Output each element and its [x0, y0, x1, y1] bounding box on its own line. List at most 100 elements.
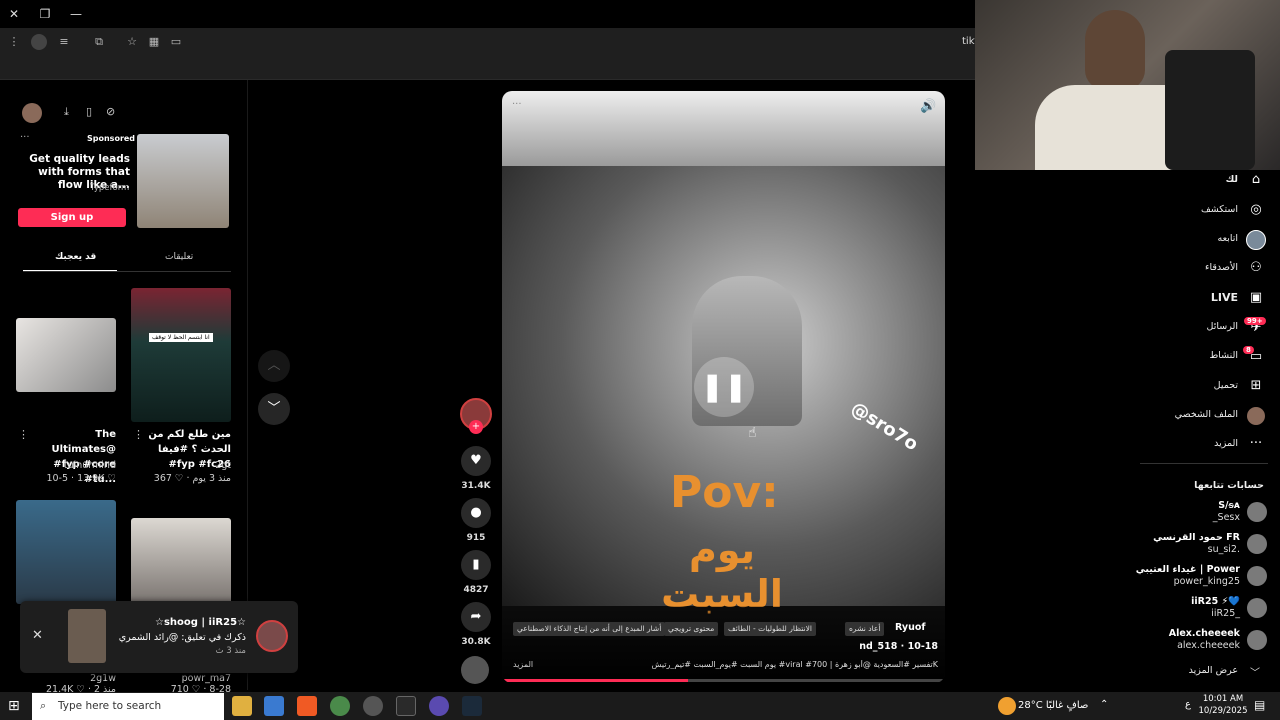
store-icon[interactable]: [264, 696, 284, 716]
following-avatar[interactable]: [1247, 598, 1267, 618]
friends-icon[interactable]: ⚇: [1248, 260, 1264, 276]
following-avatar[interactable]: [1247, 566, 1267, 586]
tab-comments[interactable]: تعليقات: [165, 252, 193, 262]
taskbar-search-box[interactable]: ⌕ Type here to search: [32, 693, 224, 720]
nav-explore[interactable]: استكشف: [1201, 204, 1238, 215]
author-handle[interactable]: nd_518 · 10-18: [830, 641, 938, 652]
ad-more-icon[interactable]: ···: [20, 132, 30, 143]
video-author[interactable]: 2g1w: [30, 673, 116, 684]
see-more-link[interactable]: عرض المزيد: [1189, 665, 1238, 676]
steam-icon[interactable]: [462, 696, 482, 716]
video-thumbnail[interactable]: [131, 288, 231, 422]
notification-toast[interactable]: ✕ ☆shoog | iiR25☆ ذكرك في تعليق: @رائد ا…: [20, 601, 298, 673]
minimize-window-button[interactable]: —: [68, 6, 84, 22]
phone-icon[interactable]: ▯: [86, 105, 92, 118]
close-icon[interactable]: ✕: [32, 628, 43, 643]
video-thumbnail[interactable]: [131, 518, 231, 604]
weather-icon[interactable]: [998, 697, 1016, 715]
ad-thumbnail[interactable]: [137, 134, 229, 228]
following-avatar[interactable]: [1247, 534, 1267, 554]
video-thumbnail[interactable]: [16, 500, 116, 604]
extensions-icon[interactable]: ⧉: [91, 34, 107, 50]
following-handle[interactable]: su_si2.: [1208, 544, 1240, 555]
more-link[interactable]: المزيد: [513, 660, 533, 669]
video-author[interactable]: powr_ma7: [140, 673, 231, 684]
nav-for-you[interactable]: لك: [1226, 174, 1238, 185]
tab-search-icon[interactable]: ▦: [146, 34, 162, 50]
video-more-icon[interactable]: ···: [512, 99, 522, 110]
restore-window-button[interactable]: ❐: [37, 6, 53, 22]
bookmark-icon[interactable]: ▮: [461, 550, 491, 580]
previous-video-button[interactable]: ︿: [258, 350, 290, 382]
following-handle[interactable]: alex.cheeeek: [1177, 640, 1240, 651]
reading-list-icon[interactable]: ≡: [56, 34, 72, 50]
share-icon[interactable]: ▭: [168, 34, 184, 50]
like-heart-icon[interactable]: ♥: [461, 446, 491, 476]
nav-friends[interactable]: الأصدقاء: [1205, 262, 1238, 273]
weather-text[interactable]: 28°C صافٍ غالبًا: [1018, 700, 1088, 711]
clock-date[interactable]: 10/29/2025: [1198, 706, 1248, 716]
app-icon[interactable]: [363, 696, 383, 716]
nav-profile[interactable]: الملف الشخصي: [1175, 409, 1238, 420]
video-more-icon[interactable]: ⋮: [18, 428, 29, 441]
comment-icon[interactable]: ●: [461, 498, 491, 528]
chrome-icon[interactable]: [330, 696, 350, 716]
following-name[interactable]: غيداء العتيبي | Power: [1136, 564, 1240, 575]
profile-avatar-icon[interactable]: [1247, 407, 1265, 425]
following-handle[interactable]: _Sesx: [1213, 512, 1240, 523]
following-name[interactable]: Alex.cheeeek: [1169, 628, 1240, 639]
home-icon[interactable]: ⌂: [1248, 172, 1264, 188]
nav-upload[interactable]: تحميل: [1214, 380, 1238, 391]
sign-up-button[interactable]: Sign up: [18, 208, 126, 227]
clock-time[interactable]: 10:01 AM: [1200, 694, 1246, 704]
file-explorer-icon[interactable]: [232, 696, 252, 716]
nav-messages[interactable]: الرسائل: [1207, 321, 1238, 332]
mouse-cursor-icon: ☝: [748, 425, 757, 441]
share-arrow-icon[interactable]: ➦: [461, 602, 491, 632]
following-name[interactable]: S/ᵴᴀ: [1218, 500, 1240, 511]
video-author[interactable]: 2gt: [140, 460, 231, 471]
follow-plus-icon[interactable]: +: [469, 420, 483, 434]
windows-start-icon[interactable]: ⊞: [8, 698, 20, 714]
next-video-button[interactable]: ﹀: [258, 393, 290, 425]
brave-icon[interactable]: [297, 696, 317, 716]
author-name[interactable]: Ryuof: [895, 622, 926, 633]
kebab-menu-icon[interactable]: ⋮: [6, 34, 22, 50]
explore-compass-icon[interactable]: ◎: [1248, 202, 1264, 218]
following-avatar[interactable]: [1247, 502, 1267, 522]
profile-icon[interactable]: [31, 34, 47, 50]
following-handle[interactable]: iiR25_: [1211, 608, 1240, 619]
language-indicator[interactable]: ع: [1185, 699, 1191, 710]
discord-icon[interactable]: [429, 696, 449, 716]
upload-plus-icon[interactable]: ⊞: [1248, 378, 1264, 394]
download-icon[interactable]: ⤓: [64, 105, 69, 119]
following-name[interactable]: حمود القرنسي FR: [1153, 532, 1240, 543]
creator-avatar[interactable]: [22, 103, 42, 123]
nav-following[interactable]: اتابعه: [1218, 233, 1239, 244]
compass-icon[interactable]: ⊘: [106, 105, 115, 118]
music-disc-icon[interactable]: [461, 656, 489, 684]
app-icon[interactable]: [396, 696, 416, 716]
tab-you-may-like[interactable]: قد يعجبك: [55, 252, 96, 262]
volume-icon[interactable]: 🔊: [920, 99, 936, 114]
nav-activity[interactable]: النشاط: [1209, 350, 1238, 361]
tray-chevron-icon[interactable]: ⌃: [1100, 699, 1108, 710]
pause-icon[interactable]: ❚❚: [694, 357, 754, 417]
nav-more[interactable]: المزيد: [1214, 438, 1238, 449]
chevron-down-icon[interactable]: ﹀: [1250, 664, 1260, 679]
following-avatar[interactable]: [1247, 630, 1267, 650]
following-handle[interactable]: power_king25: [1174, 576, 1240, 587]
more-dots-icon[interactable]: ···: [1248, 436, 1264, 452]
nav-live[interactable]: LIVE: [1211, 291, 1238, 304]
notification-center-icon[interactable]: ▤: [1254, 698, 1265, 712]
close-window-button[interactable]: ✕: [6, 6, 22, 22]
video-player[interactable]: ··· 🔊 ❚❚ @sro7o Pov: يوم السبت: [502, 91, 945, 683]
location-tag[interactable]: الانتظار للطوليات - الطائف: [724, 622, 816, 636]
video-thumbnail[interactable]: [16, 318, 116, 392]
reposted-tag[interactable]: أعاد نشره: [845, 622, 885, 636]
live-icon[interactable]: ▣: [1248, 290, 1264, 306]
star-icon[interactable]: ☆: [124, 34, 140, 50]
following-name[interactable]: iiR25 ⚡💙: [1191, 596, 1240, 607]
video-author[interactable]: tuinurmind: [30, 460, 116, 471]
following-avatar-icon[interactable]: [1246, 230, 1266, 250]
